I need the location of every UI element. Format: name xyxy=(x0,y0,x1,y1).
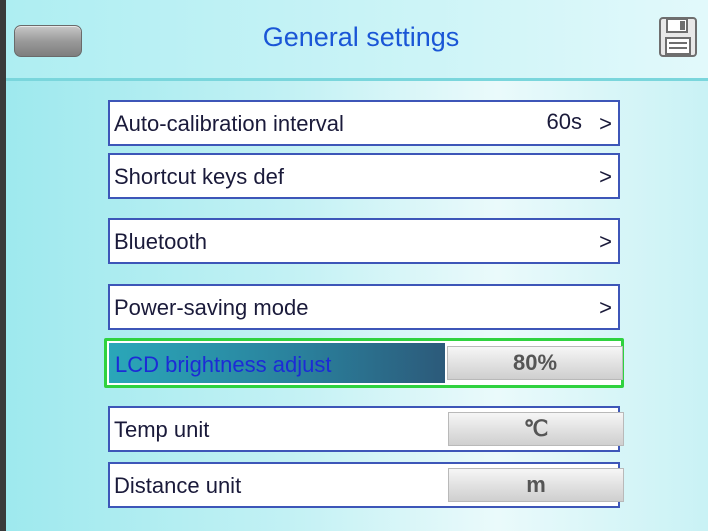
chevron-right-icon: > xyxy=(599,111,612,136)
back-button[interactable] xyxy=(14,25,82,57)
setting-row-auto-calibration[interactable]: Auto-calibration interval 60s > xyxy=(108,100,620,146)
setting-row-distance-unit[interactable]: Distance unit m xyxy=(108,462,624,508)
page-title: General settings xyxy=(262,22,460,52)
distance-unit-selector[interactable]: m xyxy=(448,468,624,502)
setting-label: LCD brightness adjust xyxy=(115,352,332,377)
setting-value: 60s xyxy=(546,109,582,134)
brightness-value-field[interactable]: 80% xyxy=(447,346,623,380)
setting-label: Bluetooth xyxy=(114,229,207,254)
chevron-right-icon: > xyxy=(599,295,612,320)
setting-label: Auto-calibration interval xyxy=(114,111,344,136)
title-bar: General settings xyxy=(6,0,708,78)
save-button[interactable] xyxy=(658,16,698,58)
settings-screen: General settings Auto-calibration interv… xyxy=(0,0,708,531)
setting-label: Power-saving mode xyxy=(114,295,309,320)
setting-row-power-saving[interactable]: Power-saving mode > xyxy=(108,284,620,330)
temp-unit-selector[interactable]: ℃ xyxy=(448,412,624,446)
setting-row-temp-unit[interactable]: Temp unit ℃ xyxy=(108,406,624,452)
selection-highlight: LCD brightness adjust xyxy=(109,343,445,383)
chevron-right-icon: > xyxy=(599,229,612,254)
setting-row-lcd-brightness[interactable]: LCD brightness adjust 80% xyxy=(104,338,624,388)
title-divider xyxy=(6,78,708,81)
floppy-disk-icon xyxy=(659,17,697,57)
chevron-right-icon: > xyxy=(599,164,612,189)
setting-row-bluetooth[interactable]: Bluetooth > xyxy=(108,218,620,264)
setting-label: Shortcut keys def xyxy=(114,164,284,189)
setting-row-shortcut-keys[interactable]: Shortcut keys def > xyxy=(108,153,620,199)
setting-label: Temp unit xyxy=(114,417,210,442)
setting-label: Distance unit xyxy=(114,473,242,498)
